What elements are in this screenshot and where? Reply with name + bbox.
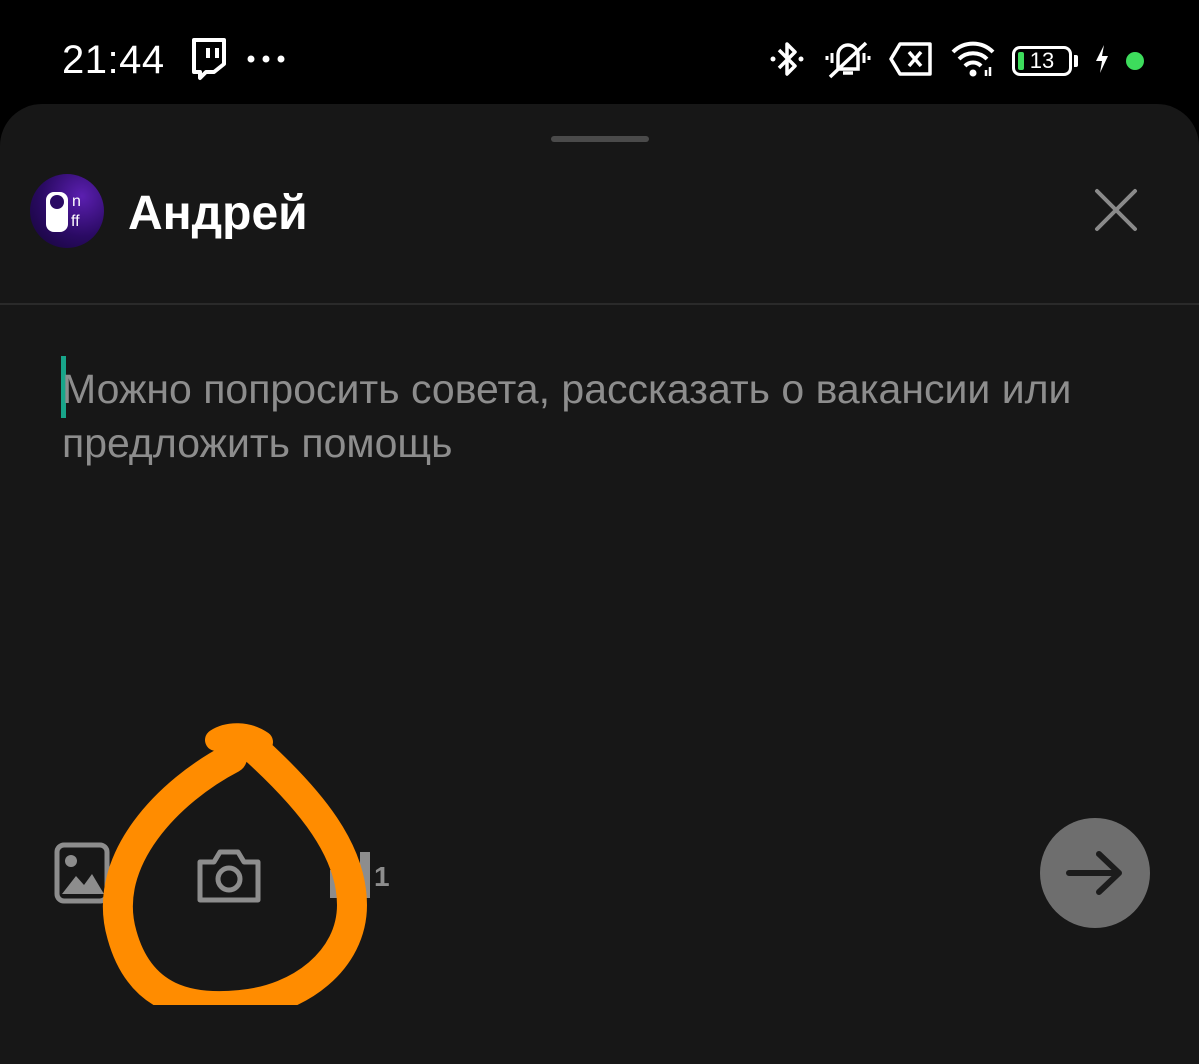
send-button[interactable] [1040,818,1150,928]
sheet-drag-handle[interactable] [551,136,649,142]
status-bar: 21:44 13 [0,0,1199,110]
status-time: 21:44 [62,38,165,82]
avatar: n ff [30,174,104,248]
camera-icon [197,849,261,903]
battery-icon: 13 [1012,46,1072,76]
gallery-button[interactable] [54,842,110,904]
close-button[interactable] [1086,180,1146,240]
bluetooth-icon [766,38,808,85]
gallery-icon [54,842,110,904]
svg-text:n: n [72,193,81,210]
twitch-icon [190,38,228,87]
header-divider [0,303,1199,305]
close-icon [1095,189,1137,231]
no-sim-icon [888,41,934,82]
arrow-right-icon [1066,851,1122,895]
battery-level: 13 [1029,48,1055,73]
author-name: Андрей [128,187,308,240]
battery-fill [1018,52,1024,70]
onoff-logo-icon: n ff [46,192,81,232]
vibrate-off-icon [824,37,872,86]
charging-icon [1094,44,1110,79]
more-dots-icon [246,52,286,70]
svg-text:ff: ff [71,213,80,230]
post-composer-sheet: n ff Андрей Можно попросить совета, расс… [0,104,1199,1064]
battery-tip [1074,55,1078,67]
poll-counter: 1 [374,861,390,892]
charging-dot [1126,52,1144,70]
camera-button[interactable] [194,846,264,906]
wifi-icon [950,40,996,83]
poll-icon [330,852,370,898]
poll-button[interactable] [328,850,372,900]
post-text-input[interactable]: Можно попросить совета, рассказать о вак… [62,362,1152,470]
